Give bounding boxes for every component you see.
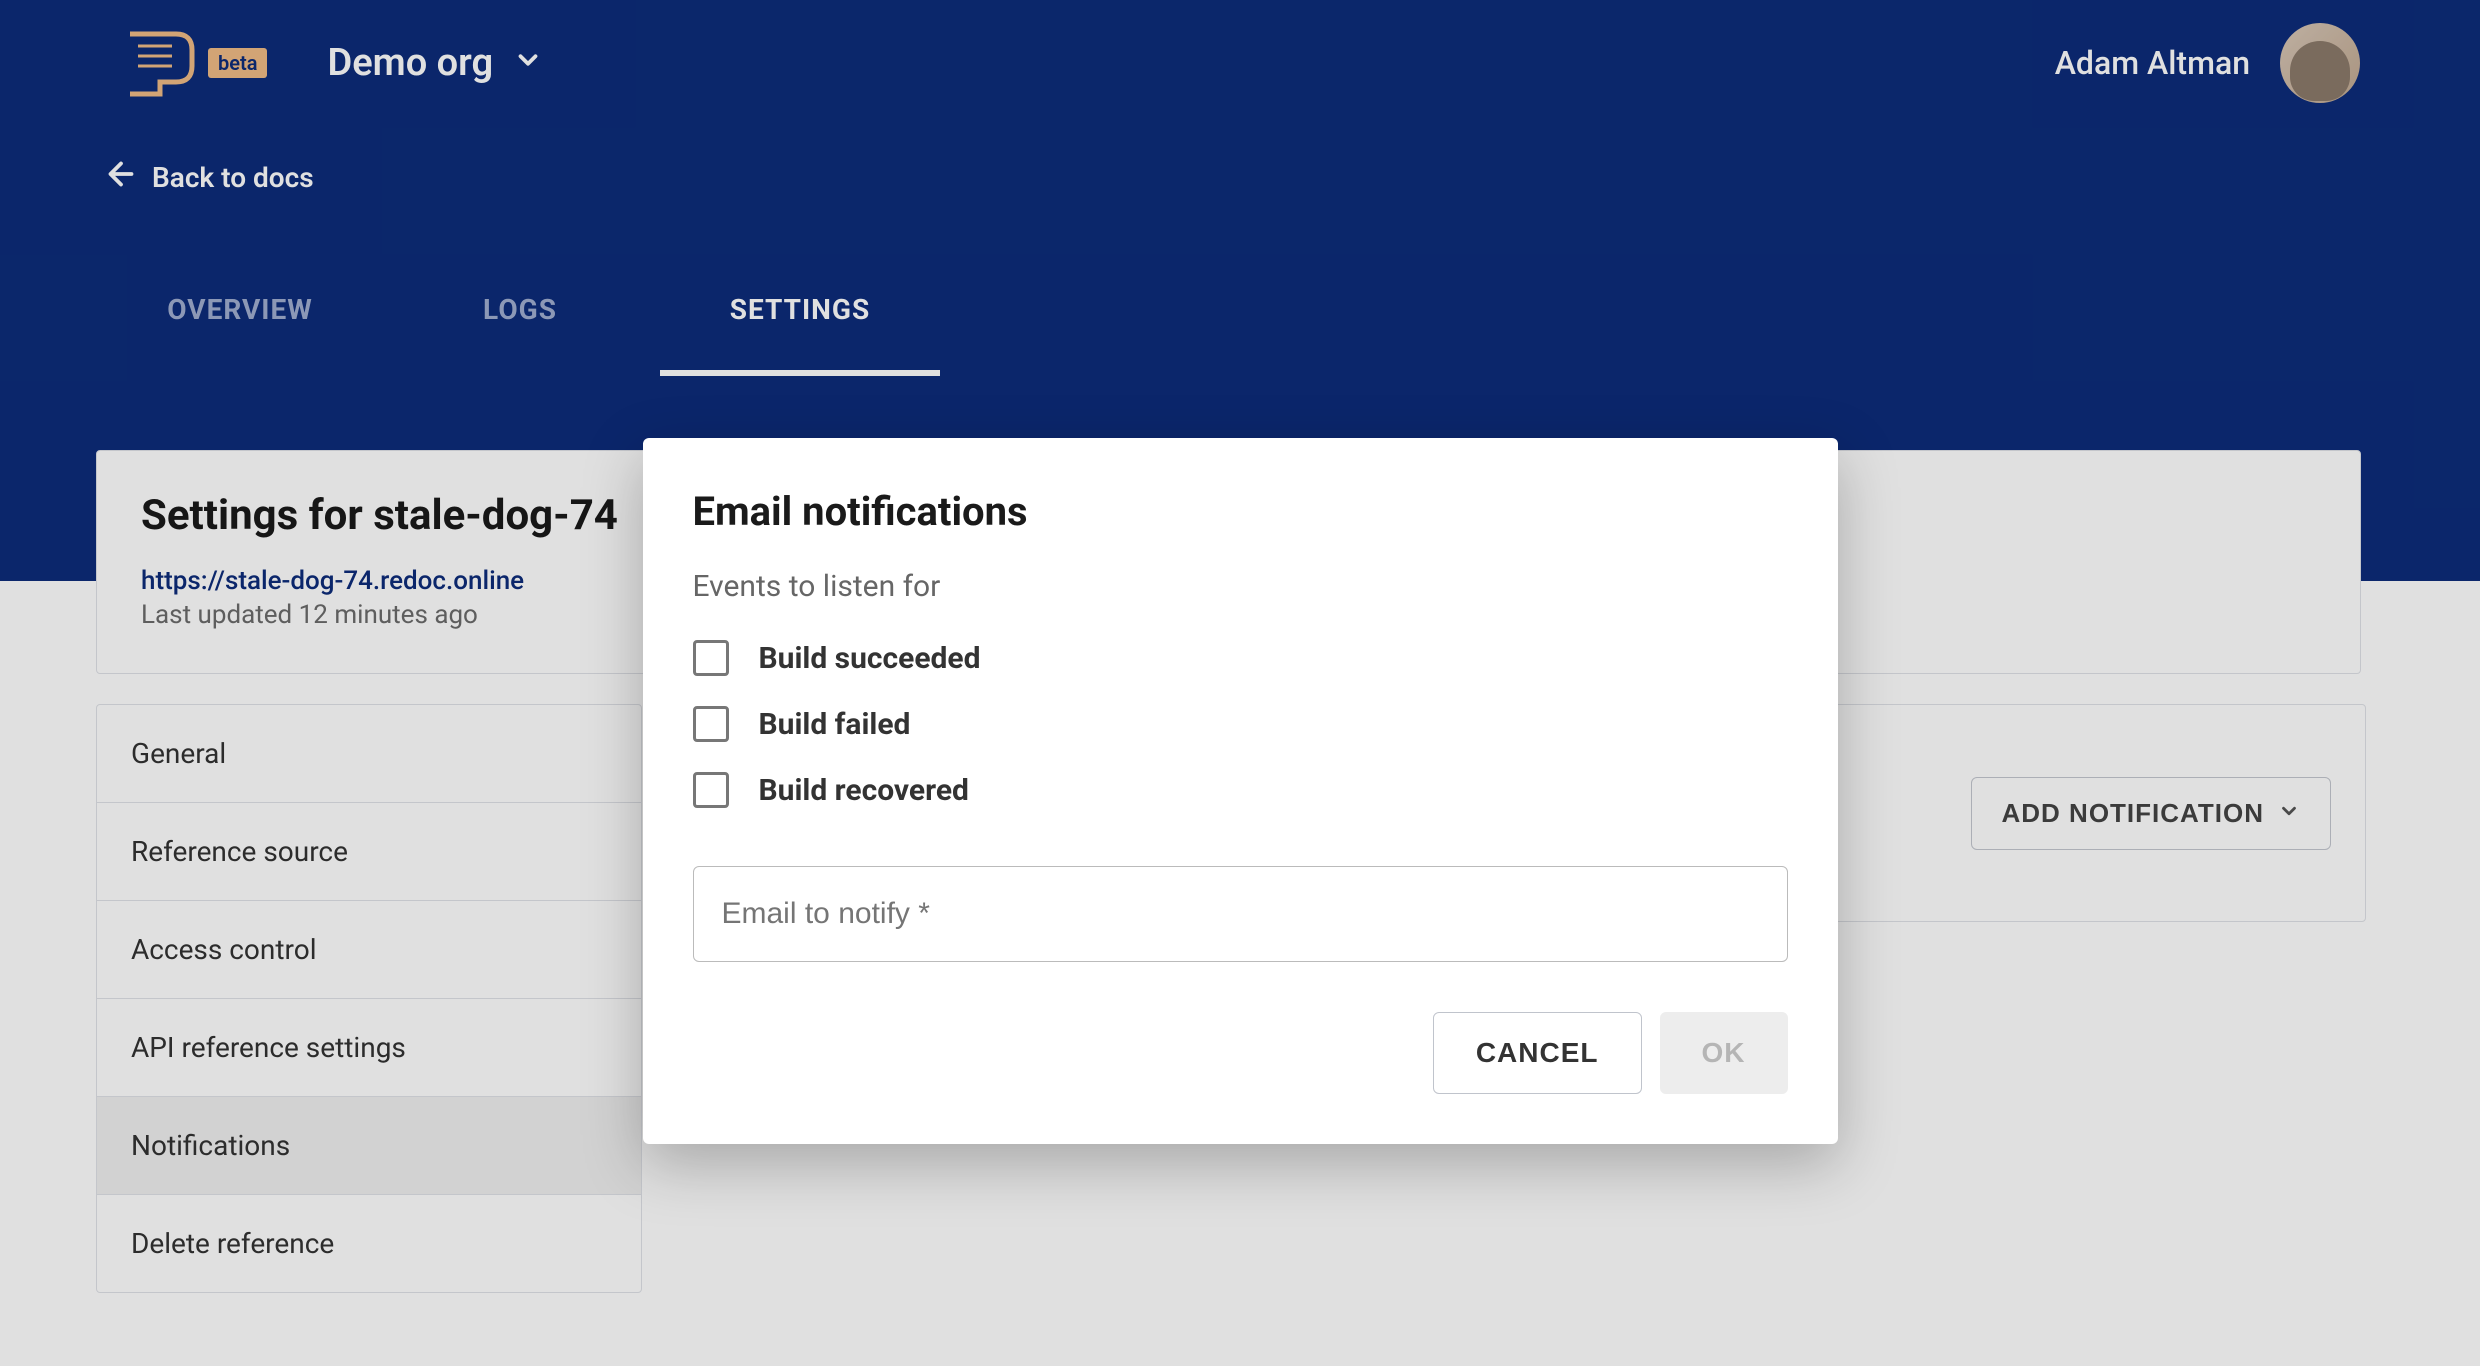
- dialog-subtitle: Events to listen for: [693, 569, 1788, 604]
- checkbox-build-failed[interactable]: [693, 706, 729, 742]
- ok-button[interactable]: OK: [1660, 1012, 1788, 1094]
- checkbox-label: Build failed: [759, 707, 911, 742]
- checkbox-build-recovered[interactable]: [693, 772, 729, 808]
- checkbox-build-succeeded[interactable]: [693, 640, 729, 676]
- checkbox-build-recovered-row: Build recovered: [693, 772, 1788, 808]
- dialog-title: Email notifications: [693, 488, 1788, 535]
- email-to-notify-input[interactable]: [693, 866, 1788, 962]
- checkbox-build-failed-row: Build failed: [693, 706, 1788, 742]
- checkbox-build-succeeded-row: Build succeeded: [693, 640, 1788, 676]
- email-notifications-dialog: Email notifications Events to listen for…: [643, 438, 1838, 1144]
- cancel-button[interactable]: CANCEL: [1433, 1012, 1642, 1094]
- checkbox-label: Build succeeded: [759, 641, 981, 676]
- checkbox-label: Build recovered: [759, 773, 969, 808]
- modal-overlay[interactable]: Email notifications Events to listen for…: [0, 0, 2480, 1366]
